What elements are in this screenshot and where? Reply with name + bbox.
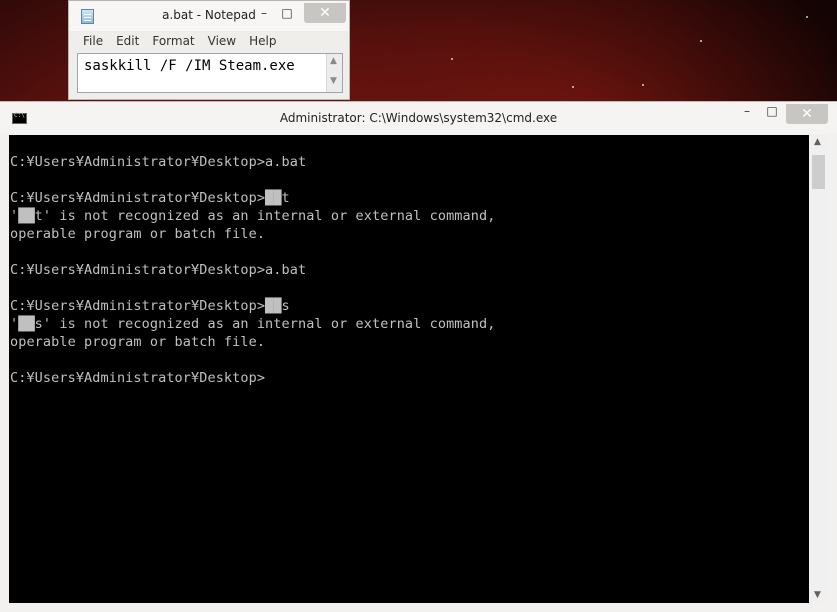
notepad-scrollbar[interactable]: ▲ ▼ [326, 54, 342, 92]
desktop-star [806, 16, 808, 18]
console-line: C:¥Users¥Administrator¥Desktop>a.bat [10, 262, 307, 278]
console-line: '██s' is not recognized as an internal o… [10, 316, 496, 332]
desktop-star [700, 40, 702, 42]
cmd-scrollbar[interactable]: ▲ ▼ [810, 135, 827, 603]
console-line: C:¥Users¥Administrator¥Desktop>██t [10, 190, 290, 206]
notepad-content[interactable]: saskkill /F /IM Steam.exe [84, 58, 295, 74]
menu-format[interactable]: Format [146, 32, 201, 52]
menu-edit[interactable]: Edit [110, 32, 146, 52]
desktop-star [642, 84, 644, 86]
console-line: operable program or batch file. [10, 226, 266, 242]
scroll-up-icon[interactable]: ▲ [814, 137, 821, 147]
menu-help[interactable]: Help [243, 32, 283, 52]
console-prompt[interactable]: C:¥Users¥Administrator¥Desktop> [10, 369, 495, 387]
desktop-star [451, 58, 453, 60]
notepad-maximize-button[interactable]: □ [275, 3, 299, 23]
scrollbar-thumb[interactable] [812, 155, 825, 189]
notepad-minimize-button[interactable]: – [253, 3, 275, 23]
menu-view[interactable]: View [202, 32, 243, 52]
cmd-minimize-button[interactable]: – [735, 104, 759, 126]
console-line: C:¥Users¥Administrator¥Desktop>a.bat [10, 154, 307, 170]
cmd-window[interactable]: Administrator: C:\Windows\system32\cmd.e… [0, 101, 837, 612]
cmd-title: Administrator: C:\Windows\system32\cmd.e… [279, 111, 558, 125]
cmd-maximize-button[interactable]: □ [760, 104, 784, 126]
console-line: '██t' is not recognized as an internal o… [10, 208, 496, 224]
menu-file[interactable]: File [77, 32, 110, 52]
console-output[interactable]: C:¥Users¥Administrator¥Desktop>a.bat C:¥… [9, 135, 809, 603]
notepad-titlebar[interactable]: a.bat - Notepad – □ ✕ [69, 1, 349, 31]
notepad-menubar: File Edit Format View Help [77, 32, 283, 52]
console-line: operable program or batch file. [10, 334, 266, 350]
console-line: C:¥Users¥Administrator¥Desktop>██s [10, 298, 290, 314]
cmd-titlebar[interactable]: Administrator: C:\Windows\system32\cmd.e… [0, 102, 837, 134]
scroll-down-icon[interactable]: ▼ [330, 76, 337, 86]
scroll-up-icon[interactable]: ▲ [330, 56, 337, 66]
notepad-window[interactable]: a.bat - Notepad – □ ✕ File Edit Format V… [68, 0, 350, 100]
cmd-close-button[interactable]: ✕ [786, 104, 828, 124]
scroll-down-icon[interactable]: ▼ [814, 590, 821, 600]
notepad-close-button[interactable]: ✕ [304, 3, 346, 23]
desktop-star [572, 86, 574, 88]
notepad-text-area[interactable]: saskkill /F /IM Steam.exe ▲ ▼ [77, 53, 343, 93]
